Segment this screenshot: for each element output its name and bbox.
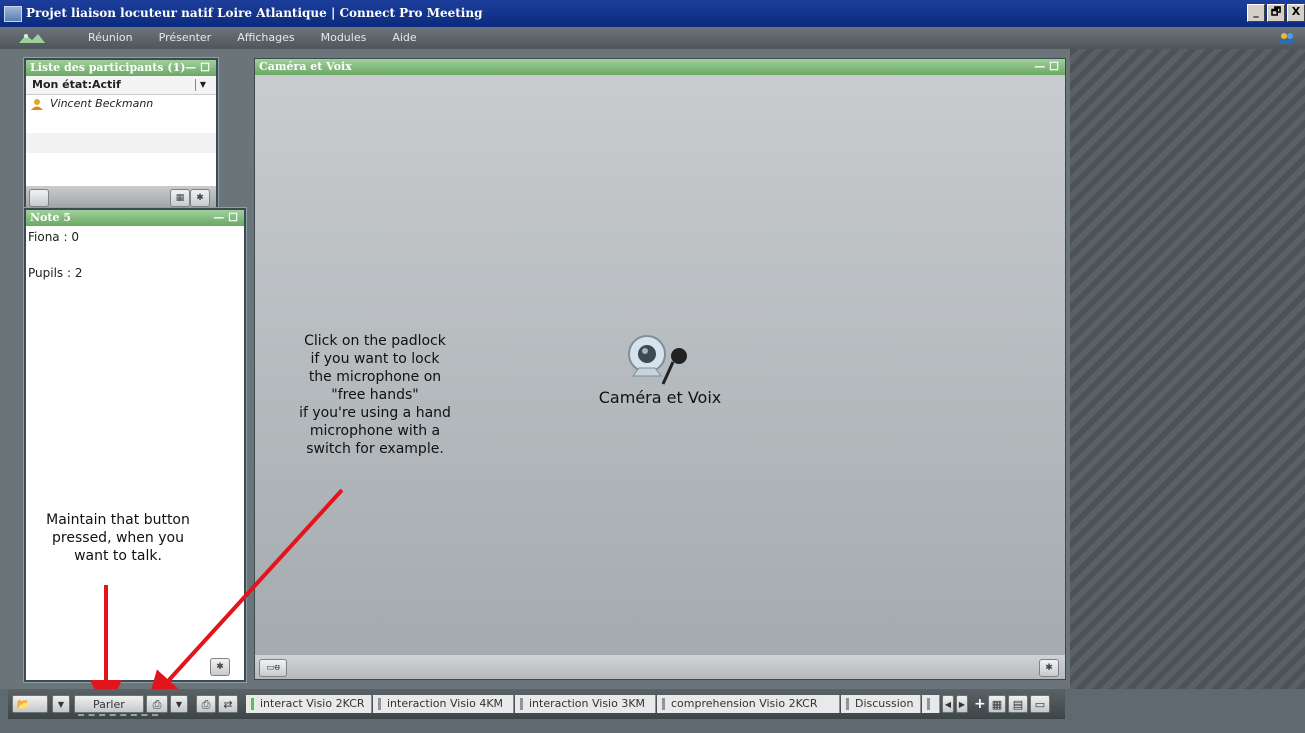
camera-icon[interactable]: ⎙ [196,695,216,713]
pod-window-controls[interactable]: — ☐ [1034,59,1059,75]
layout-tab[interactable]: interaction Visio 3KM [515,695,656,713]
camera-voice-label: Caméra et Voix [598,388,722,407]
participant-name: Vincent Beckmann [50,97,154,110]
close-button[interactable]: X [1287,4,1305,22]
connect-logo-icon[interactable] [18,31,46,45]
add-layout-icon[interactable]: + [974,695,986,713]
attendees-icon[interactable] [1279,32,1295,44]
talk-annotation: Maintain that button pressed, when you w… [46,512,190,564]
gear-icon[interactable]: ✱ [190,189,210,207]
layout-tab[interactable]: interact Visio 2KCR [246,695,372,713]
chevron-down-icon[interactable]: ▼ [195,79,210,91]
grid-view-icon[interactable]: ▦ [170,189,190,207]
camera-pod-footer: ▭ᵿ ✱ [255,655,1065,679]
webcam-microphone-icon [628,335,687,385]
pod-window-controls[interactable]: — ☐ [185,60,210,76]
bottom-edge [0,719,1305,733]
participants-pod: Liste des participants (1) — ☐ Mon état:… [24,58,218,210]
window-title-bar: Projet liaison locuteur natif Loire Atla… [0,0,1305,27]
menu-aide[interactable]: Aide [392,31,416,44]
pod-header: Caméra et Voix — ☐ [255,59,1065,75]
note-title: Note 5 [30,211,71,224]
note-pod: Note 5 — ☐ Fiona : 0 Pupils : 2 ✱ [24,208,246,682]
camera-mic-toggle-icon[interactable]: ▭ᵿ [259,659,287,677]
status-select[interactable]: Mon état:Actif ▼ [26,76,216,95]
status-label: Mon état:Actif [32,78,121,91]
padlock-button[interactable]: ⎙ [146,695,168,713]
minimize-button[interactable]: _ [1247,4,1265,22]
grid-view-icon[interactable]: ▦ [988,695,1006,713]
note-text[interactable]: Fiona : 0 Pupils : 2 [26,226,244,284]
mic-level-indicator [78,714,158,718]
talk-label: Parler [93,698,125,711]
talk-button[interactable]: Parler [74,695,144,713]
camera-pod-title: Caméra et Voix [259,60,352,73]
pod-footer: ▦ ✱ [26,186,216,208]
host-user-icon [31,99,43,110]
restore-button[interactable]: 🗗 [1267,4,1285,22]
status-folder-icon[interactable]: 📂 [12,695,48,713]
pod-header: Liste des participants (1) — ☐ [26,60,216,76]
gear-icon[interactable]: ✱ [1039,659,1059,677]
share-icon[interactable]: ⇄ [218,695,238,713]
menu-reunion[interactable]: Réunion [88,31,133,44]
side-pattern [1070,49,1305,689]
menu-presenter[interactable]: Présenter [159,31,212,44]
scroll-right-icon[interactable]: ▶ [956,695,968,713]
layout-tab[interactable]: comprehension Visio 2KCR [657,695,840,713]
pod-header: Note 5 — ☐ [26,210,244,226]
scroll-left-icon[interactable]: ◀ [942,695,954,713]
bottom-toolbar: 📂 ▼ Parler ⎙ ▼ ⎙ ⇄ interact Visio 2KCR i… [8,689,1065,719]
menu-affichages[interactable]: Affichages [237,31,294,44]
app-icon [4,6,22,22]
layout-tab-overflow[interactable] [922,695,940,713]
gear-icon[interactable]: ✱ [210,658,230,676]
chat-icon[interactable]: ▤ [1008,695,1028,713]
window-title: Projet liaison locuteur natif Loire Atla… [26,6,483,20]
menu-modules[interactable]: Modules [321,31,367,44]
raise-hand-button[interactable] [29,189,49,207]
layout-tab[interactable]: interaction Visio 4KM [373,695,514,713]
chevron-down-icon[interactable]: ▼ [52,695,70,713]
participant-row[interactable]: Vincent Beckmann [26,95,216,113]
camera-voice-pod: Caméra et Voix — ☐ Caméra et Voix Click … [254,58,1066,680]
chevron-down-icon[interactable]: ▼ [170,695,188,713]
participants-title: Liste des participants (1) [30,61,186,74]
pod-window-controls[interactable]: — ☐ [213,210,238,226]
menu-bar: Réunion Présenter Affichages Modules Aid… [0,27,1305,49]
layout-tab[interactable]: Discussion [841,695,921,713]
padlock-annotation: Click on the padlock if you want to lock… [299,333,451,457]
window-icon[interactable]: ▭ [1030,695,1050,713]
